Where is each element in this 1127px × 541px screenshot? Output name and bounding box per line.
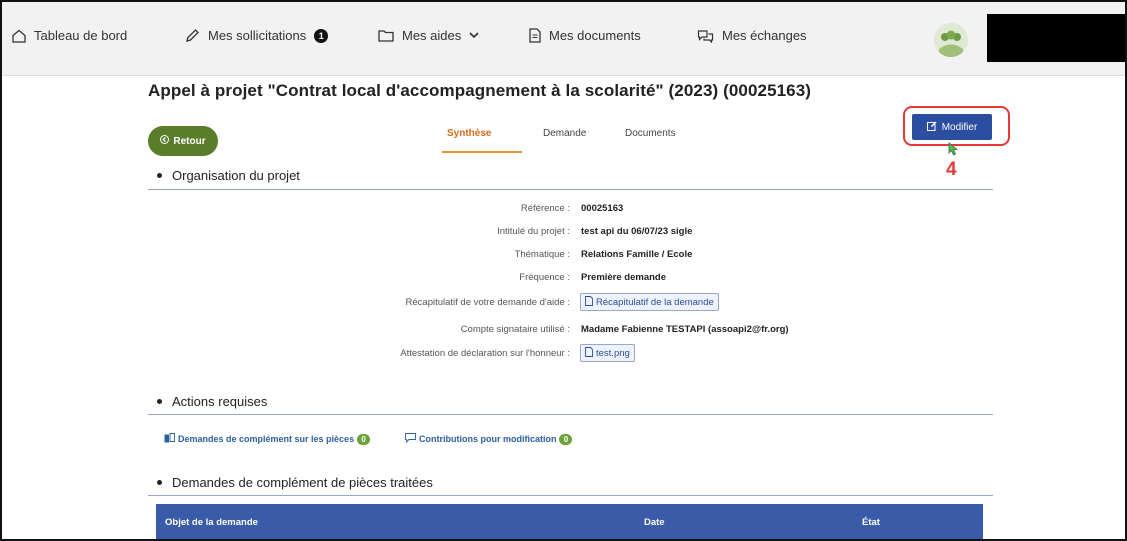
tab-demande[interactable]: Demande <box>543 128 586 139</box>
tab-documents[interactable]: Documents <box>625 128 676 139</box>
edit-icon <box>926 121 937 134</box>
section-processed-heading: Demandes de complément de pièces traitée… <box>157 475 433 490</box>
section-organisation-heading: Organisation du projet <box>157 168 300 183</box>
column-header-date[interactable]: Date <box>644 517 665 528</box>
attestation-file-label: test.png <box>596 347 630 359</box>
nav-echanges-label: Mes échanges <box>722 28 807 43</box>
field-value: Relations Famille / Ecole <box>581 249 693 260</box>
app-window: Tableau de bord Mes sollicitations 1 Mes… <box>0 0 1127 541</box>
file-icon <box>585 346 593 360</box>
field-intitule: Intitulé du projet : test api du 06/07/2… <box>148 226 848 244</box>
nav-documents[interactable]: Mes documents <box>529 28 641 43</box>
field-thematique: Thématique : Relations Famille / Ecole <box>148 249 848 267</box>
nav-sollicitations[interactable]: Mes sollicitations 1 <box>185 28 329 43</box>
recap-file-link[interactable]: Récapitulatif de la demande <box>580 293 719 311</box>
section-divider <box>148 189 993 190</box>
field-value: Madame Fabienne TESTAPI (assoapi2@fr.org… <box>581 324 789 335</box>
field-recapitulatif: Récapitulatif de votre demande d'aide : … <box>148 293 848 315</box>
nav-documents-label: Mes documents <box>549 28 641 43</box>
field-reference: Référence : 00025163 <box>148 203 848 221</box>
folder-icon <box>378 29 394 42</box>
recap-file-label: Récapitulatif de la demande <box>596 296 714 308</box>
back-button-label: Retour <box>173 135 206 147</box>
column-header-etat[interactable]: État <box>862 517 880 528</box>
field-label: Fréquence : <box>519 272 570 283</box>
section-organisation-title: Organisation du projet <box>172 168 300 183</box>
nav-aides-label: Mes aides <box>402 28 462 43</box>
bullet-icon <box>157 173 162 178</box>
modify-button[interactable]: Modifier <box>912 114 992 140</box>
nav-dashboard[interactable]: Tableau de bord <box>12 28 127 43</box>
documents-icon <box>164 433 175 445</box>
file-icon <box>585 295 593 309</box>
pen-icon <box>185 28 200 43</box>
page-title: Appel à projet "Contrat local d'accompag… <box>148 81 812 100</box>
contributions-link[interactable]: Contributions pour modification 0 <box>405 433 573 445</box>
avatar[interactable] <box>934 23 968 57</box>
field-label: Récapitulatif de votre demande d'aide : <box>405 297 570 308</box>
processed-table-header: Objet de la demande Date État <box>156 504 983 539</box>
nav-sollicitations-label: Mes sollicitations <box>208 28 307 43</box>
top-navigation: Tableau de bord Mes sollicitations 1 Mes… <box>2 2 1125 76</box>
field-label: Référence : <box>520 203 570 214</box>
nav-echanges[interactable]: Mes échanges <box>697 28 807 43</box>
section-processed-title: Demandes de complément de pièces traitée… <box>172 475 433 490</box>
active-tab-indicator <box>442 151 522 153</box>
nav-aides[interactable]: Mes aides <box>378 28 479 43</box>
section-divider <box>148 495 993 496</box>
field-label: Intitulé du projet : <box>497 226 570 237</box>
field-value: Première demande <box>581 272 667 283</box>
section-divider <box>148 414 993 415</box>
section-actions-heading: Actions requises <box>157 394 267 409</box>
column-header-objet[interactable]: Objet de la demande <box>165 517 258 528</box>
chevron-down-icon <box>469 32 479 39</box>
comment-icon <box>405 433 416 445</box>
home-icon <box>12 29 26 43</box>
back-arrow-icon <box>160 135 170 147</box>
modify-button-label: Modifier <box>941 121 978 133</box>
complement-count-badge: 0 <box>357 433 371 445</box>
redacted-user-area <box>987 14 1125 62</box>
bullet-icon <box>157 480 162 485</box>
field-value: test api du 06/07/23 sigle <box>581 226 693 237</box>
complement-requests-label: Demandes de complément sur les pièces <box>178 434 355 444</box>
document-icon <box>529 28 541 43</box>
tab-synthese[interactable]: Synthèse <box>447 128 491 139</box>
step-number-annotation: 4 <box>946 159 957 180</box>
field-compte-signataire: Compte signataire utilisé : Madame Fabie… <box>148 324 848 342</box>
field-label: Compte signataire utilisé : <box>460 324 570 335</box>
attestation-file-link[interactable]: test.png <box>580 344 635 362</box>
contributions-label: Contributions pour modification <box>419 434 557 444</box>
field-label: Thématique : <box>514 249 570 260</box>
field-attestation: Attestation de déclaration sur l'honneur… <box>148 344 848 366</box>
chat-icon <box>697 29 714 43</box>
section-actions-title: Actions requises <box>172 394 268 409</box>
nav-dashboard-label: Tableau de bord <box>34 28 128 43</box>
field-label: Attestation de déclaration sur l'honneur… <box>400 348 570 359</box>
contributions-count-badge: 0 <box>559 433 573 445</box>
field-value: 00025163 <box>581 203 624 214</box>
sollicitations-count-badge: 1 <box>314 28 329 43</box>
complement-requests-link[interactable]: Demandes de complément sur les pièces 0 <box>164 433 371 445</box>
bullet-icon <box>157 399 162 404</box>
field-frequence: Fréquence : Première demande <box>148 272 848 290</box>
back-button[interactable]: Retour <box>148 126 218 156</box>
